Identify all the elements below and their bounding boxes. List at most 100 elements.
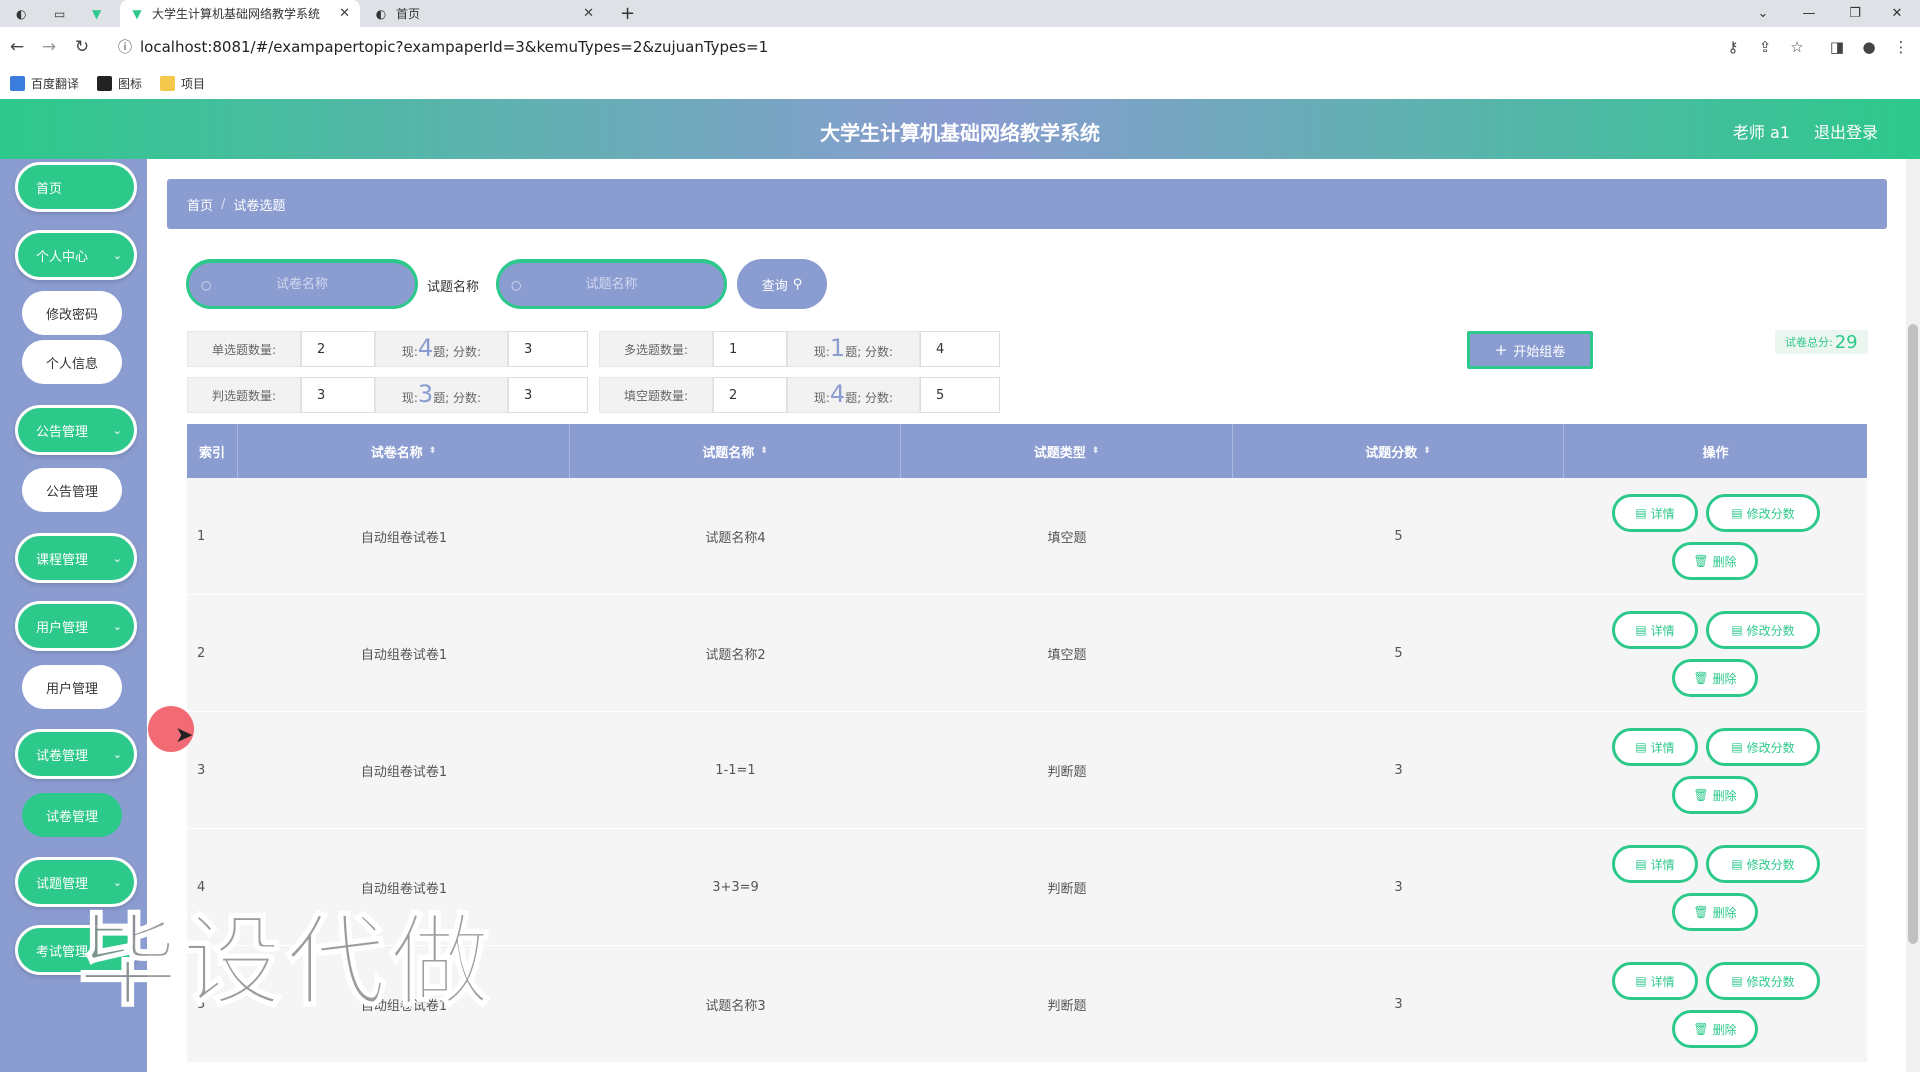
edit-score-button[interactable]: ▤ 修改分数 — [1706, 494, 1820, 532]
sidebar-item-course-mgmt[interactable]: 课程管理 ⌄ — [15, 533, 137, 583]
page-scrollbar[interactable] — [1906, 159, 1920, 1072]
detail-button[interactable]: ▤ 详情 — [1612, 494, 1698, 532]
query-button[interactable]: 查询 ⚲ — [737, 259, 827, 309]
sidebar-subitem-change-password[interactable]: 修改密码 — [22, 291, 122, 335]
scrollbar-thumb[interactable] — [1908, 324, 1918, 944]
tab-active[interactable]: ▼ 大学生计算机基础网络教学系统 ✕ — [120, 0, 360, 27]
close-icon[interactable]: ✕ — [583, 6, 594, 21]
close-window-icon[interactable]: ✕ — [1874, 0, 1920, 27]
sidebar-subitem-paper-mgmt[interactable]: 试卷管理 — [22, 793, 122, 837]
sort-icon[interactable]: ⬍ — [1092, 446, 1100, 456]
detail-button[interactable]: ▤ 详情 — [1612, 962, 1698, 1000]
sort-icon[interactable]: ⬍ — [1423, 446, 1431, 456]
table-row: 1 自动组卷试卷1 试题名称4 填空题 5 ▤ 详情 ▤ 修改分数 🗑 删除 — [187, 478, 1867, 595]
question-name-input[interactable] — [499, 277, 724, 292]
sidebar-subitem-user-mgmt[interactable]: 用户管理 — [22, 665, 122, 709]
edit-score-button[interactable]: ▤ 修改分数 — [1706, 611, 1820, 649]
edit-score-button[interactable]: ▤ 修改分数 — [1706, 728, 1820, 766]
bookmark-item[interactable]: 百度翻译 — [10, 75, 79, 92]
now-prefix: 现: — [813, 391, 830, 405]
sidebar-subitem-personal-info[interactable]: 个人信息 — [22, 340, 122, 384]
detail-button[interactable]: ▤ 详情 — [1612, 611, 1698, 649]
delete-button[interactable]: 🗑 删除 — [1672, 893, 1758, 931]
bookmark-label: 图标 — [118, 76, 143, 91]
cell-question-score: 3 — [1394, 880, 1403, 895]
col-paper-name[interactable]: 试卷名称 ⬍ — [238, 424, 570, 478]
minimize-icon[interactable]: — — [1786, 0, 1832, 27]
single-count-input[interactable]: 2 — [301, 331, 375, 367]
multi-score-input[interactable]: 4 — [920, 331, 1000, 367]
single-score-input[interactable]: 3 — [508, 331, 588, 367]
multi-count-input[interactable]: 1 — [713, 331, 787, 367]
info-icon[interactable]: ⓘ — [118, 37, 132, 57]
start-compose-button[interactable]: + 开始组卷 — [1467, 331, 1593, 369]
col-question-score[interactable]: 试题分数 ⬍ — [1233, 424, 1564, 478]
cell-question-score: 3 — [1394, 997, 1403, 1012]
sidebar-item-personal-center[interactable]: 个人中心 ⌄ — [15, 230, 137, 280]
sidepanel-icon[interactable]: ◨ — [1826, 36, 1848, 58]
sidebar-subitem-notice-mgmt[interactable]: 公告管理 — [22, 468, 122, 512]
cell-question-name: 试题名称4 — [705, 531, 766, 546]
fill-score-input[interactable]: 5 — [920, 377, 1000, 413]
delete-button[interactable]: 🗑 删除 — [1672, 776, 1758, 814]
detail-button[interactable]: ▤ 详情 — [1612, 845, 1698, 883]
edit-score-button[interactable]: ▤ 修改分数 — [1706, 845, 1820, 883]
single-count-label: 单选题数量: — [187, 331, 301, 367]
question-name-search[interactable]: ○ — [496, 259, 727, 309]
sort-icon[interactable]: ⬍ — [429, 446, 437, 456]
tab-search-icon[interactable]: ⌄ — [1740, 0, 1786, 27]
breadcrumb-home[interactable]: 首页 — [187, 195, 213, 214]
profile-icon[interactable]: ● — [1858, 36, 1880, 58]
sort-icon[interactable]: ⬍ — [760, 446, 768, 456]
delete-button-label: 删除 — [1712, 905, 1737, 920]
table-header: 索引 试卷名称 ⬍ 试题名称 ⬍ 试题类型 ⬍ 试题分数 ⬍ 操作 — [187, 424, 1867, 478]
forward-icon[interactable]: → — [38, 36, 60, 58]
fill-count-label: 填空题数量: — [599, 377, 713, 413]
edit-score-button[interactable]: ▤ 修改分数 — [1706, 962, 1820, 1000]
tab-home[interactable]: ◐ 首页 ✕ — [364, 0, 604, 27]
col-question-name[interactable]: 试题名称 ⬍ — [570, 424, 901, 478]
menu-icon[interactable]: ⋮ — [1890, 36, 1912, 58]
detail-button-label: 详情 — [1650, 857, 1675, 872]
new-tab-button[interactable]: + — [610, 0, 640, 27]
document-icon: ▤ — [1731, 740, 1743, 754]
sidebar-item-label: 试卷管理 — [36, 748, 89, 764]
trash-icon: 🗑 — [1693, 671, 1709, 685]
tab-back-favicon[interactable]: ◐ — [6, 0, 40, 27]
url-field[interactable]: ⓘ localhost:8081/#/exampapertopic?exampa… — [108, 33, 1718, 61]
close-icon[interactable]: ✕ — [339, 6, 350, 21]
edit-score-button-label: 修改分数 — [1746, 740, 1795, 755]
sidebar-item-user-mgmt[interactable]: 用户管理 ⌄ — [15, 601, 137, 651]
delete-button[interactable]: 🗑 删除 — [1672, 659, 1758, 697]
bookmark-item[interactable]: 图标 — [97, 75, 142, 92]
sidebar-item-paper-mgmt[interactable]: 试卷管理 ⌄ — [15, 729, 137, 779]
bookmark-item[interactable]: 项目 — [160, 75, 205, 92]
detail-button[interactable]: ▤ 详情 — [1612, 728, 1698, 766]
judge-score-input[interactable]: 3 — [508, 377, 588, 413]
sidebar-item-label: 个人信息 — [45, 356, 98, 372]
star-icon[interactable]: ☆ — [1786, 36, 1808, 58]
tab-vue[interactable]: ▼ — [82, 0, 116, 27]
paper-name-search[interactable]: ○ — [186, 259, 418, 309]
delete-button[interactable]: 🗑 删除 — [1672, 1010, 1758, 1048]
sidebar-item-notice-mgmt[interactable]: 公告管理 ⌄ — [15, 405, 137, 455]
judge-count-input[interactable]: 3 — [301, 377, 375, 413]
edit-score-button-label: 修改分数 — [1746, 623, 1795, 638]
sidebar-item-home[interactable]: 首页 — [15, 162, 137, 212]
col-question-type[interactable]: 试题类型 ⬍ — [901, 424, 1233, 478]
restore-icon[interactable]: ❐ — [1832, 0, 1878, 27]
fill-count-input[interactable]: 2 — [713, 377, 787, 413]
cell-paper-name: 自动组卷试卷1 — [360, 531, 448, 546]
back-icon[interactable]: ← — [6, 36, 28, 58]
trash-icon: 🗑 — [1693, 1022, 1709, 1036]
reload-icon[interactable]: ↻ — [71, 36, 93, 58]
tab-blank[interactable]: ▭ — [44, 0, 78, 27]
logout-link[interactable]: 退出登录 — [1814, 119, 1878, 143]
share-icon[interactable]: ⇪ — [1754, 36, 1776, 58]
cell-question-name: 试题名称2 — [705, 648, 766, 663]
document-icon: ▤ — [1731, 857, 1743, 871]
delete-button[interactable]: 🗑 删除 — [1672, 542, 1758, 580]
key-icon[interactable]: ⚷ — [1722, 36, 1744, 58]
cursor-icon: ➤ — [175, 723, 194, 748]
paper-name-input[interactable] — [189, 277, 415, 292]
